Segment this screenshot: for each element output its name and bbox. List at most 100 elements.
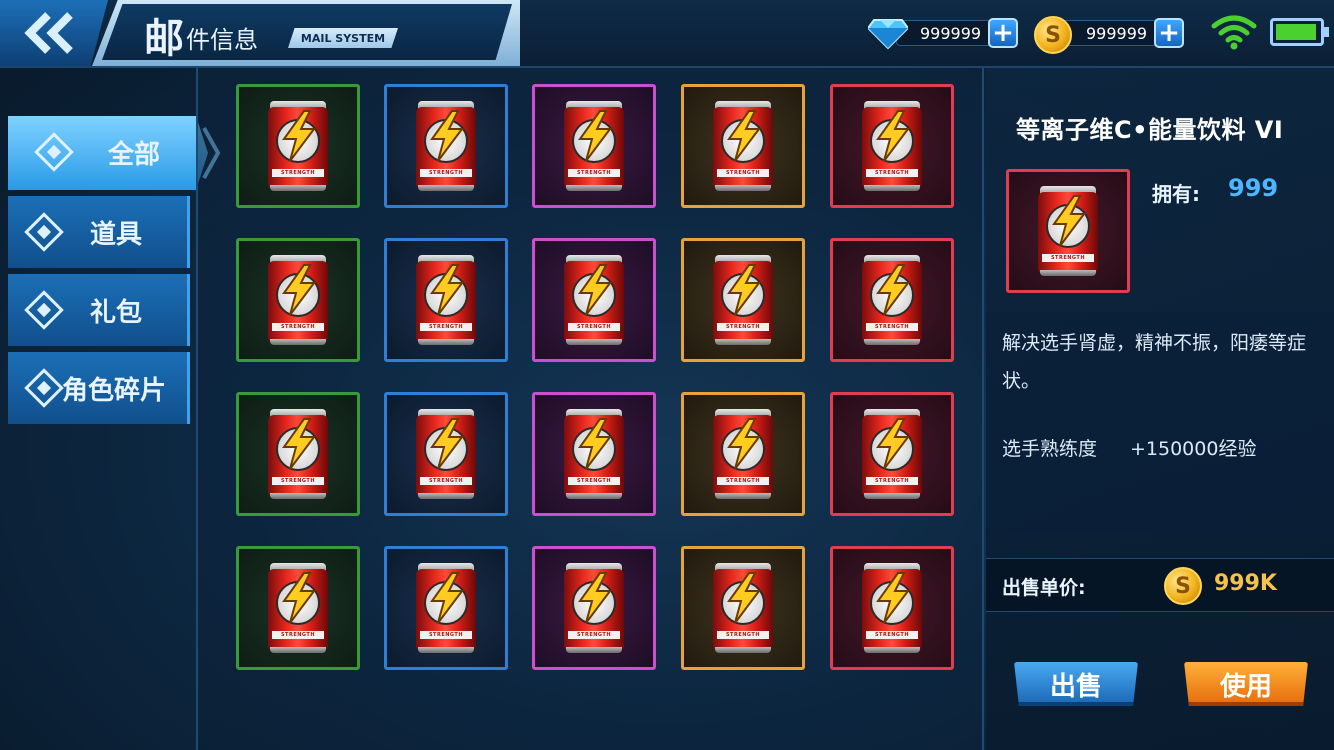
- item-slot[interactable]: STRENGTH: [830, 238, 954, 362]
- mail-screen: 邮 件信息 MAIL SYSTEM 999999 + S 999999 + 全部…: [0, 0, 1334, 750]
- can-label: STRENGTH: [717, 323, 769, 331]
- energy-drink-can-icon: STRENGTH: [860, 99, 924, 193]
- item-slot[interactable]: STRENGTH: [830, 546, 954, 670]
- energy-drink-can-icon: STRENGTH: [860, 253, 924, 347]
- exp-label: 选手熟练度: [1002, 438, 1098, 460]
- energy-drink-can-icon: STRENGTH: [562, 253, 626, 347]
- diamond-icon: [868, 19, 908, 50]
- owned-label: 拥有:: [1152, 182, 1200, 206]
- diamond-bullet-icon: [24, 290, 64, 330]
- coin-icon: S: [1034, 16, 1072, 54]
- can-label: STRENGTH: [420, 169, 472, 177]
- can-label: STRENGTH: [866, 631, 918, 639]
- page-title: 件信息: [186, 26, 258, 54]
- gem-counter: 999999 +: [868, 16, 1020, 50]
- page-title-first-char: 邮: [144, 16, 185, 62]
- energy-drink-can-icon: STRENGTH: [711, 407, 775, 501]
- item-slot[interactable]: STRENGTH: [236, 392, 360, 516]
- tab-items[interactable]: 道具: [8, 196, 190, 268]
- diamond-bullet-icon: [24, 368, 64, 408]
- energy-drink-can-icon: STRENGTH: [266, 99, 330, 193]
- top-bar: 邮 件信息 MAIL SYSTEM 999999 + S 999999 +: [0, 0, 1334, 68]
- can-label: STRENGTH: [420, 477, 472, 485]
- energy-drink-can-icon: STRENGTH: [414, 253, 478, 347]
- item-slot[interactable]: STRENGTH: [532, 392, 656, 516]
- can-label: STRENGTH: [568, 323, 620, 331]
- item-slot[interactable]: STRENGTH: [681, 238, 805, 362]
- item-detail-panel: 等离子维C•能量饮料 VI STRENGTH 拥有: 999 解决选手肾虚，精神…: [986, 68, 1334, 750]
- can-label: STRENGTH: [866, 477, 918, 485]
- energy-drink-can-icon: STRENGTH: [562, 407, 626, 501]
- price-label: 出售单价:: [1002, 577, 1086, 599]
- price-row: 出售单价: S 999K: [986, 558, 1334, 612]
- back-button[interactable]: [0, 0, 108, 66]
- item-slot[interactable]: STRENGTH: [681, 84, 805, 208]
- energy-drink-can-icon: STRENGTH: [414, 407, 478, 501]
- can-label: STRENGTH: [272, 323, 324, 331]
- double-chevron-left-icon: [24, 12, 73, 54]
- item-slot[interactable]: STRENGTH: [532, 238, 656, 362]
- item-slot[interactable]: STRENGTH: [236, 84, 360, 208]
- coin-counter: S 999999 +: [1034, 16, 1186, 54]
- item-slot[interactable]: STRENGTH: [681, 392, 805, 516]
- energy-drink-can-icon: STRENGTH: [711, 253, 775, 347]
- can-label: STRENGTH: [420, 631, 472, 639]
- tab-label: 道具: [90, 220, 143, 250]
- can-label: STRENGTH: [866, 169, 918, 177]
- diamond-bullet-icon: [24, 212, 64, 252]
- energy-drink-can-icon: STRENGTH: [266, 561, 330, 655]
- energy-drink-can-icon: STRENGTH: [414, 561, 478, 655]
- item-slot[interactable]: STRENGTH: [830, 84, 954, 208]
- tab-all[interactable]: 全部: [8, 116, 208, 190]
- item-slot[interactable]: STRENGTH: [532, 546, 656, 670]
- energy-drink-can-icon: STRENGTH: [711, 561, 775, 655]
- item-grid: STRENGTH STRENGTH STRENGTH STRENGTH STRENGTH…: [196, 68, 984, 750]
- add-coins-button[interactable]: +: [1154, 18, 1184, 48]
- energy-drink-can-icon: STRENGTH: [860, 561, 924, 655]
- item-name: 等离子维C•能量饮料 VI: [1016, 116, 1284, 144]
- tab-label: 礼包: [90, 298, 143, 328]
- energy-drink-can-icon: STRENGTH: [266, 253, 330, 347]
- item-slot[interactable]: STRENGTH: [384, 84, 508, 208]
- can-label: STRENGTH: [272, 631, 324, 639]
- item-slot[interactable]: STRENGTH: [830, 392, 954, 516]
- add-gems-button[interactable]: +: [988, 18, 1018, 48]
- item-slot[interactable]: STRENGTH: [236, 546, 360, 670]
- item-slot[interactable]: STRENGTH: [532, 84, 656, 208]
- can-label: STRENGTH: [568, 631, 620, 639]
- item-slot[interactable]: STRENGTH: [384, 546, 508, 670]
- can-label: STRENGTH: [717, 477, 769, 485]
- can-label: STRENGTH: [568, 169, 620, 177]
- page-subtitle: MAIL SYSTEM: [288, 28, 398, 48]
- use-button[interactable]: 使用: [1184, 662, 1308, 706]
- can-label: STRENGTH: [717, 169, 769, 177]
- tab-label: 全部: [108, 140, 161, 170]
- can-label: STRENGTH: [568, 477, 620, 485]
- coin-icon: S: [1164, 567, 1202, 605]
- item-slot[interactable]: STRENGTH: [384, 392, 508, 516]
- can-label: STRENGTH: [272, 169, 324, 177]
- item-description: 解决选手肾虚，精神不振，阳痿等症状。: [1002, 332, 1307, 392]
- item-slot[interactable]: STRENGTH: [236, 238, 360, 362]
- energy-drink-can-icon: STRENGTH: [562, 99, 626, 193]
- tab-label: 角色碎片: [62, 376, 167, 406]
- item-thumbnail: STRENGTH: [1006, 169, 1130, 293]
- energy-drink-can-icon: STRENGTH: [266, 407, 330, 501]
- exp-value: +150000经验: [1130, 438, 1257, 460]
- tab-gift-packs[interactable]: 礼包: [8, 274, 190, 346]
- can-label: STRENGTH: [866, 323, 918, 331]
- tab-character-fragments[interactable]: 角色碎片: [8, 352, 190, 424]
- energy-drink-can-icon: STRENGTH: [860, 407, 924, 501]
- item-slot[interactable]: STRENGTH: [384, 238, 508, 362]
- can-label: STRENGTH: [717, 631, 769, 639]
- can-label: STRENGTH: [272, 477, 324, 485]
- item-slot[interactable]: STRENGTH: [681, 546, 805, 670]
- owned-count: 999: [1228, 174, 1279, 202]
- energy-drink-can-icon: STRENGTH: [562, 561, 626, 655]
- energy-drink-can-icon: STRENGTH: [711, 99, 775, 193]
- sell-button[interactable]: 出售: [1014, 662, 1138, 706]
- energy-drink-can-icon: STRENGTH: [414, 99, 478, 193]
- diamond-bullet-icon: [34, 132, 74, 172]
- gem-value: 999999: [920, 24, 982, 43]
- description-box: 解决选手肾虚，精神不振，阳痿等症状。 选手熟练度 +150000经验: [986, 312, 1334, 532]
